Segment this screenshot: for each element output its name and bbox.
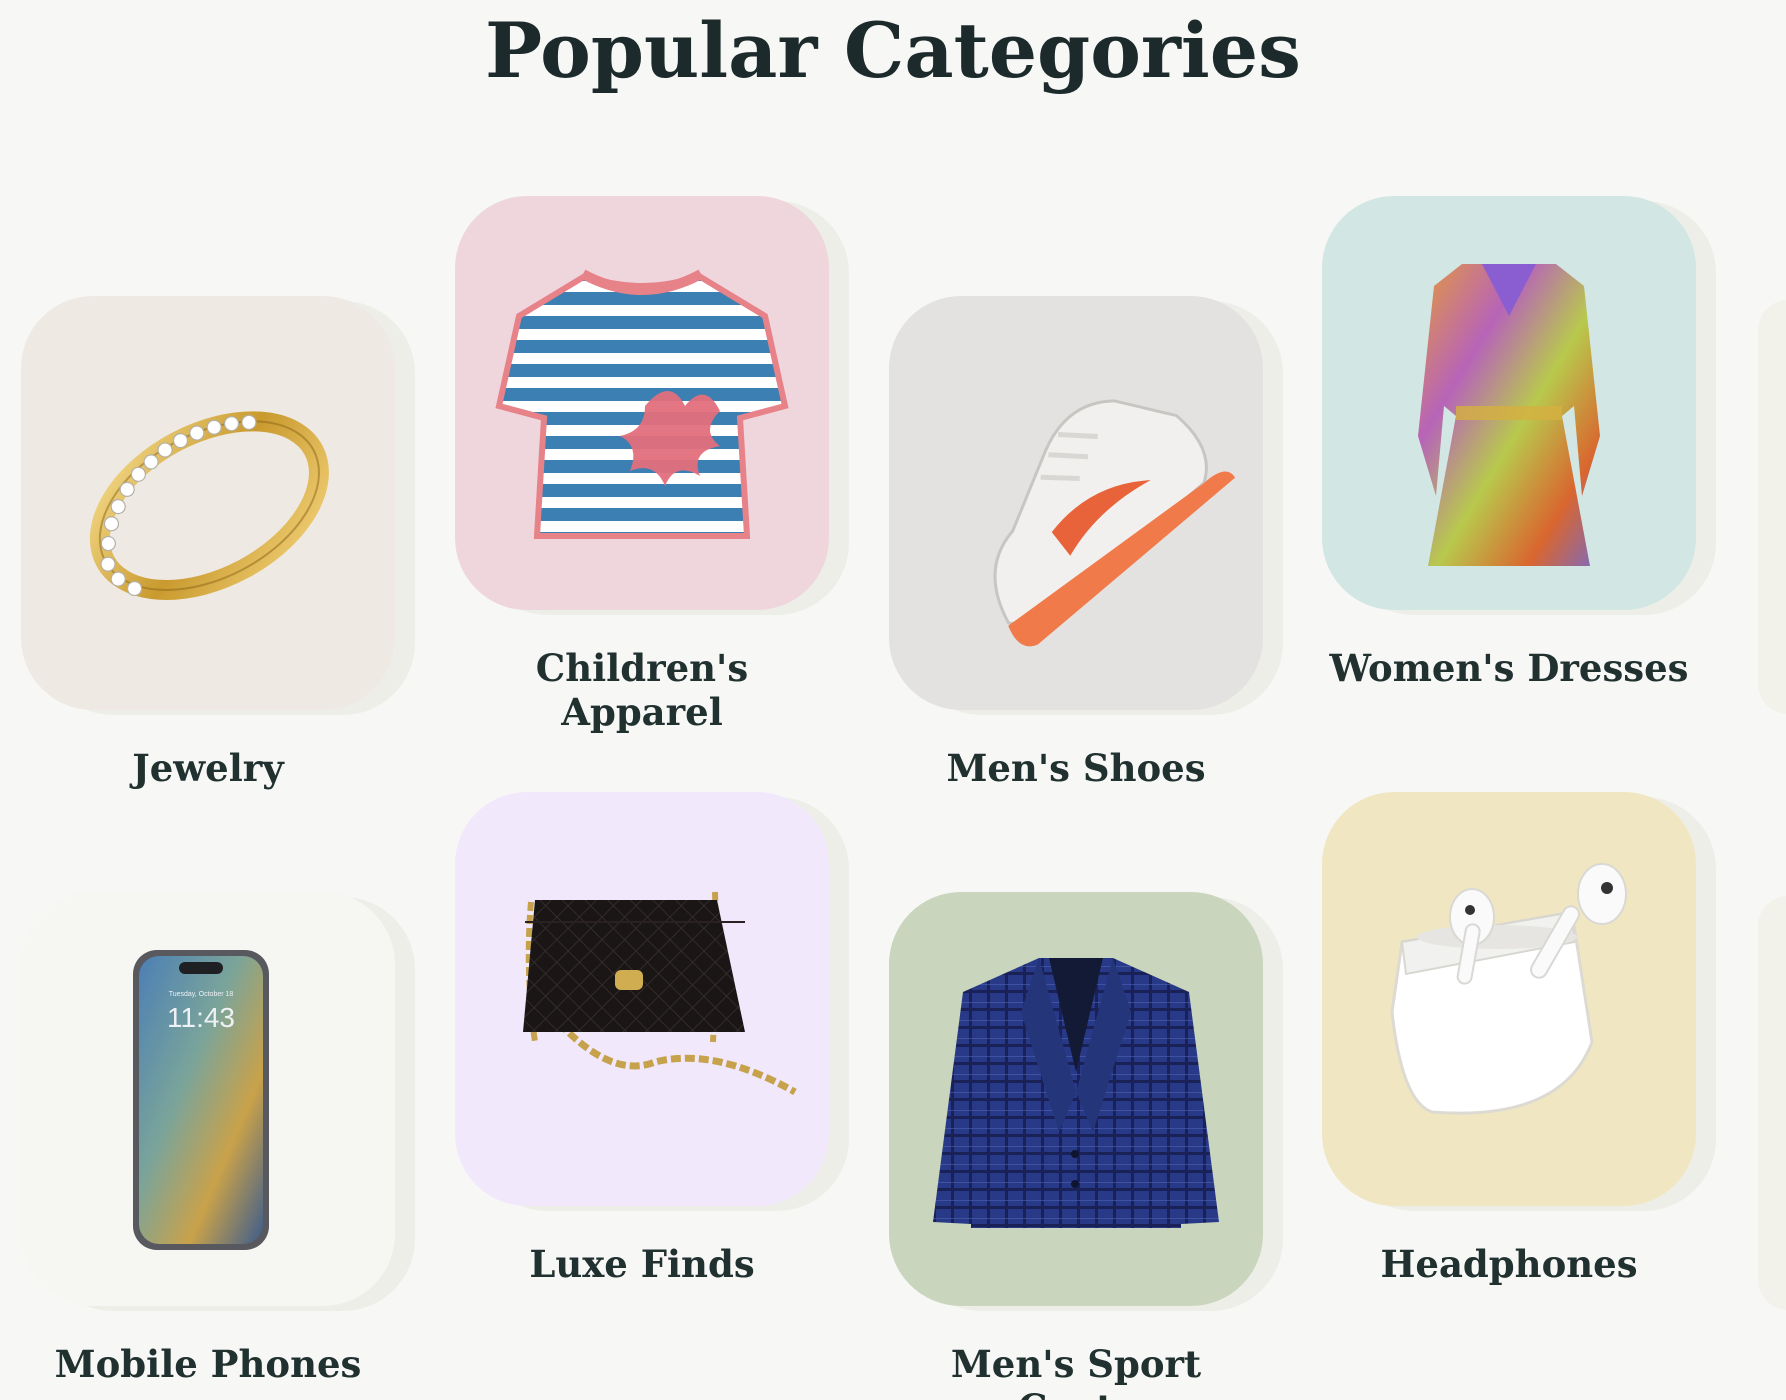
striped-shirt-image: [495, 269, 789, 539]
handbag-image: [523, 891, 797, 1096]
blazer-image: [933, 958, 1219, 1228]
category-image-mens-shoes[interactable]: [889, 296, 1263, 710]
category-label[interactable]: Men's Shoes: [889, 746, 1263, 790]
earbuds-image: [1390, 863, 1627, 1115]
smartphone-image: Tuesday, October 18 11:43: [133, 950, 269, 1250]
next-card-peek: [1758, 896, 1786, 1310]
phone-time: 11:43: [167, 1002, 235, 1033]
category-label[interactable]: Men's Sport Coats: [889, 1342, 1263, 1400]
category-label[interactable]: Luxe Finds: [455, 1242, 829, 1286]
dress-image: [1418, 264, 1600, 566]
page-title: Popular Categories: [485, 6, 1301, 95]
category-image-childrens-apparel[interactable]: [455, 196, 829, 610]
category-image-jewelry[interactable]: [21, 296, 395, 710]
phone-date: Tuesday, October 18: [169, 991, 234, 998]
category-label[interactable]: Children's Apparel: [455, 646, 829, 734]
category-label[interactable]: Headphones: [1322, 1242, 1696, 1286]
sneaker-image: [993, 399, 1236, 647]
category-image-mobile-phones[interactable]: Tuesday, October 18 11:43: [21, 892, 395, 1306]
category-label[interactable]: Jewelry: [21, 746, 395, 790]
category-image-mens-sport-coats[interactable]: [889, 892, 1263, 1306]
category-label[interactable]: Mobile Phones: [21, 1342, 395, 1386]
category-image-headphones[interactable]: [1322, 792, 1696, 1206]
next-card-peek: [1758, 300, 1786, 714]
category-image-womens-dresses[interactable]: [1322, 196, 1696, 610]
ring-image: [89, 411, 329, 600]
category-image-luxe-finds[interactable]: [455, 792, 829, 1206]
category-label[interactable]: Women's Dresses: [1322, 646, 1696, 690]
